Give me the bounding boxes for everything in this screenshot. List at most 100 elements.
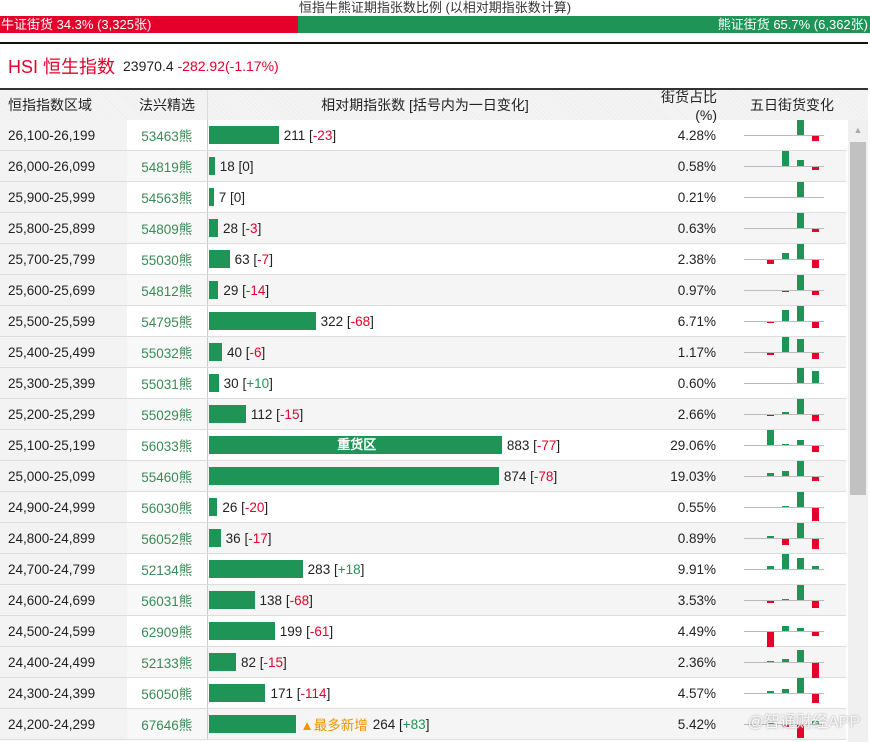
one-day-change: -23 xyxy=(312,127,333,143)
count-text: 883 [-77] xyxy=(506,437,561,453)
five-day-bar xyxy=(782,598,789,600)
count-text: 28 [-3] xyxy=(223,220,262,236)
warrant-code-link[interactable]: 53463熊 xyxy=(126,120,207,150)
count-text: 874 [-78] xyxy=(503,468,558,484)
table-row: 24,900-24,999 56030熊 26 [-20] 0.55% xyxy=(0,491,846,523)
warrant-code-link[interactable]: 62909熊 xyxy=(126,616,207,646)
five-day-sparkline xyxy=(736,460,846,492)
five-day-bar xyxy=(812,135,819,141)
warrant-code-link[interactable]: 54819熊 xyxy=(126,151,207,181)
count-bar xyxy=(208,715,297,733)
five-day-bar xyxy=(812,445,819,452)
one-day-change: -15 xyxy=(263,654,283,670)
count-value: 26 xyxy=(222,499,238,515)
count-cell: 199 [-61] xyxy=(206,616,641,646)
count-cell: 283 [+18] xyxy=(206,554,641,584)
five-day-sparkline xyxy=(736,181,846,213)
five-day-bar xyxy=(812,476,819,481)
index-value: 23970.4 -282.92(-1.17%) xyxy=(123,58,279,74)
warrant-code-link[interactable]: 56031熊 xyxy=(126,585,207,615)
warrant-code-link[interactable]: 56030熊 xyxy=(126,492,207,522)
five-day-bar xyxy=(767,600,774,603)
five-day-bar xyxy=(782,470,789,476)
one-day-change: -15 xyxy=(279,406,300,422)
warrant-code-link[interactable]: 54809熊 xyxy=(126,213,207,243)
scrollbar-thumb[interactable] xyxy=(850,142,866,495)
one-day-change: -7 xyxy=(257,251,270,267)
five-day-bar xyxy=(767,690,774,693)
index-range: 24,900-24,999 xyxy=(0,492,127,522)
warrant-code-link[interactable]: 55029熊 xyxy=(126,399,207,429)
count-value: 28 xyxy=(223,220,239,236)
index-range: 25,300-25,399 xyxy=(0,368,127,398)
five-day-bar xyxy=(782,625,789,631)
one-day-change: -78 xyxy=(533,468,554,484)
table-row: 25,500-25,599 54795熊 322 [-68] 6.71% xyxy=(0,305,846,337)
index-range: 26,000-26,099 xyxy=(0,151,127,181)
count-value: 199 xyxy=(279,623,303,639)
table-row: 24,600-24,699 56031熊 138 [-68] 3.53% xyxy=(0,584,846,616)
five-day-bar xyxy=(767,660,774,662)
warrant-code-link[interactable]: 55032熊 xyxy=(126,337,207,367)
count-value: 883 xyxy=(506,437,530,453)
table-row: 24,700-24,799 52134熊 283 [+18] 9.91% xyxy=(0,553,846,585)
five-day-bar xyxy=(797,305,804,321)
scrollbar[interactable]: ▲ xyxy=(848,120,868,742)
warrant-code-link[interactable]: 54795熊 xyxy=(126,306,207,336)
count-value: 138 xyxy=(259,592,283,608)
five-day-bar xyxy=(782,538,789,545)
warrant-code-link[interactable]: 56033熊 xyxy=(126,430,207,460)
five-day-bar xyxy=(797,181,804,197)
share-value: 6.71% xyxy=(677,313,716,329)
table-row: 25,600-25,699 54812熊 29 [-14] 0.97% xyxy=(0,274,846,306)
index-range: 25,900-25,999 xyxy=(0,182,127,212)
sparkline-baseline xyxy=(744,196,824,198)
share-value: 5.42% xyxy=(677,716,716,732)
table-body: 26,100-26,199 53463熊 211 [-23] 4.28% 26,… xyxy=(0,119,846,740)
warrant-code-link[interactable]: 54812熊 xyxy=(126,275,207,305)
five-day-sparkline xyxy=(736,243,846,275)
count-value: 29 xyxy=(223,282,239,298)
five-day-bar xyxy=(812,414,819,421)
table-row: 25,700-25,799 55030熊 63 [-7] 2.38% xyxy=(0,243,846,275)
five-day-sparkline xyxy=(736,212,846,244)
count-text: 26 [-20] xyxy=(222,499,269,515)
five-day-sparkline xyxy=(736,150,846,182)
header-five-day: 五日街货变化 xyxy=(750,97,834,113)
count-bar xyxy=(208,343,222,361)
one-day-change: -68 xyxy=(350,313,371,329)
warrant-code-link[interactable]: 56052熊 xyxy=(126,523,207,553)
warrant-code-link[interactable]: 56050熊 xyxy=(126,678,207,708)
warrant-code-link[interactable]: 54563熊 xyxy=(126,182,207,212)
count-value: 63 xyxy=(234,251,250,267)
count-bar xyxy=(208,591,255,609)
one-day-change: -77 xyxy=(536,437,557,453)
share-value: 0.97% xyxy=(677,282,716,298)
count-text: 30 [+10] xyxy=(223,375,273,391)
warrant-code-link[interactable]: 55031熊 xyxy=(126,368,207,398)
count-bar xyxy=(208,157,215,175)
count-value: 322 xyxy=(320,313,344,329)
warrant-code-link[interactable]: 55030熊 xyxy=(126,244,207,274)
five-day-sparkline xyxy=(736,584,846,616)
count-text: 211 [-23] xyxy=(283,127,337,143)
index-price: 23970.4 xyxy=(123,58,174,74)
warrant-code-link[interactable]: 67646熊 xyxy=(126,709,207,739)
warrant-code-link[interactable]: 55460熊 xyxy=(126,461,207,491)
five-day-bar xyxy=(797,119,804,135)
five-day-bar xyxy=(797,338,804,352)
count-cell: 重货区 883 [-77] xyxy=(206,430,641,460)
one-day-change: -3 xyxy=(245,220,258,236)
index-range: 26,100-26,199 xyxy=(0,120,127,150)
warrant-code-link[interactable]: 52133熊 xyxy=(126,647,207,677)
five-day-bar xyxy=(797,677,804,693)
five-day-bar xyxy=(797,439,804,445)
scroll-up-icon[interactable]: ▲ xyxy=(848,120,868,140)
five-day-sparkline xyxy=(736,553,846,585)
count-bar xyxy=(208,281,219,299)
five-day-bar xyxy=(797,243,804,259)
count-cell: 30 [+10] xyxy=(206,368,641,398)
five-day-bar xyxy=(782,411,789,414)
one-day-change: +18 xyxy=(337,561,361,577)
warrant-code-link[interactable]: 52134熊 xyxy=(126,554,207,584)
